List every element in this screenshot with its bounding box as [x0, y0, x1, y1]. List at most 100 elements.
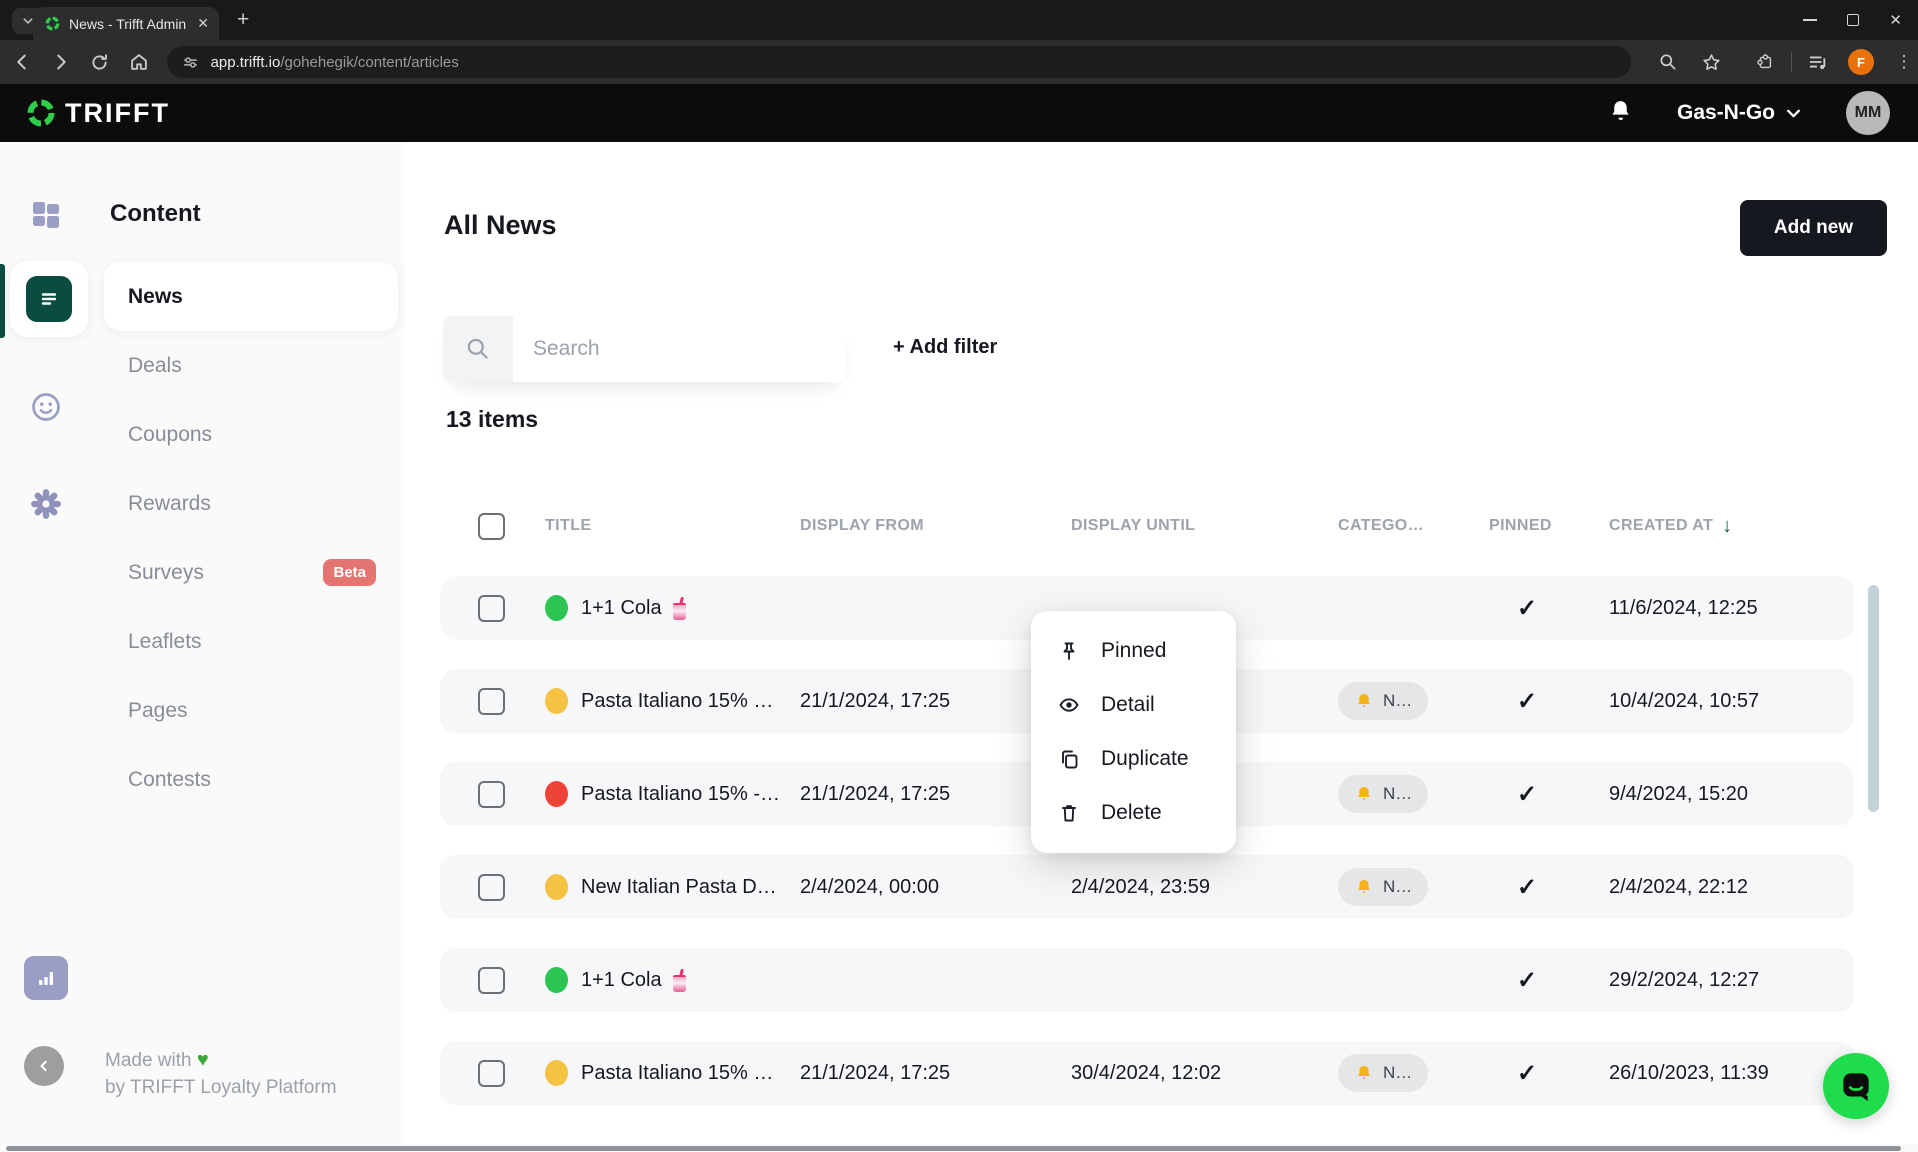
duplicate-icon: [1057, 747, 1081, 771]
vertical-scrollbar-thumb[interactable]: [1868, 585, 1879, 812]
reload-button[interactable]: [86, 48, 114, 76]
rail-dashboard-button[interactable]: [30, 199, 62, 231]
forward-arrow-icon: [50, 51, 72, 73]
column-header[interactable]: CREATED AT ↓: [1609, 515, 1830, 538]
star-icon: [1701, 52, 1722, 73]
window-close-icon[interactable]: ✕: [1889, 11, 1902, 29]
row-title: 1+1 Cola: [581, 597, 662, 620]
org-switcher[interactable]: Gas-N-Go: [1677, 101, 1802, 125]
news-document-icon: [37, 287, 61, 311]
context-menu-item-detail[interactable]: Detail: [1031, 678, 1236, 732]
row-title: 1+1 Cola: [581, 969, 662, 992]
add-new-button[interactable]: Add new: [1740, 200, 1887, 256]
browser-toolbar: app.trifft.io/gohehegik/content/articles…: [0, 40, 1918, 84]
chat-widget-button[interactable]: [1823, 1053, 1889, 1119]
window-minimize-icon[interactable]: [1803, 19, 1817, 21]
chevron-down-icon: [1785, 105, 1802, 122]
sidebar-collapse-button[interactable]: [24, 1046, 64, 1086]
context-menu-item-pinned[interactable]: Pinned: [1031, 624, 1236, 678]
row-checkbox[interactable]: [478, 781, 505, 808]
site-controls-icon[interactable]: [181, 53, 200, 72]
new-tab-button[interactable]: +: [237, 8, 249, 32]
playlist-music-icon: [1807, 51, 1829, 73]
active-section-indicator: [0, 264, 5, 338]
sidebar-item[interactable]: Surveys Beta: [104, 538, 398, 607]
rail-settings-button[interactable]: [29, 487, 63, 521]
column-header-label: DISPLAY FROM: [800, 517, 924, 535]
table-row[interactable]: New Italian Pasta D… 2/4/2024, 00:00 2/4…: [440, 855, 1854, 919]
table-row[interactable]: Pasta Italiano 15% … 21/1/2024, 17:25 30…: [440, 1041, 1854, 1105]
user-avatar[interactable]: MM: [1846, 91, 1890, 135]
sidebar-item[interactable]: News: [104, 262, 398, 331]
horizontal-scrollbar-track: [0, 1144, 1918, 1152]
bell-icon: [1608, 98, 1633, 123]
browser-menu-button[interactable]: ⋮: [1890, 48, 1918, 76]
smiley-icon: [29, 390, 63, 424]
sidebar-item[interactable]: Contests: [104, 745, 398, 814]
sidebar-item[interactable]: Rewards: [104, 469, 398, 538]
tab-title: News - Trifft Admin: [69, 16, 188, 32]
notifications-button[interactable]: [1608, 98, 1633, 128]
sidebar-item-label: Contests: [128, 768, 211, 792]
zoom-button[interactable]: [1654, 48, 1682, 76]
search-icon: [465, 336, 491, 362]
back-button[interactable]: [8, 48, 36, 76]
magnifier-icon: [1658, 52, 1678, 72]
pin-icon: [1057, 639, 1081, 663]
pinned-check-icon: ✓: [1517, 595, 1537, 622]
sort-desc-icon[interactable]: ↓: [1722, 515, 1732, 538]
row-title: Pasta Italiano 15% …: [581, 690, 773, 713]
status-dot: [545, 874, 568, 900]
select-all-checkbox[interactable]: [478, 513, 505, 540]
trifft-logo[interactable]: TRIFFT: [26, 98, 170, 129]
app-header: TRIFFT Gas-N-Go MM: [0, 84, 1918, 142]
rail-engagement-button[interactable]: [29, 390, 63, 424]
category-label: N…: [1383, 1063, 1412, 1083]
table-row[interactable]: 1+1 Cola ✓ 29/2/2024, 12:27: [440, 948, 1854, 1012]
sidebar-item[interactable]: Leaflets: [104, 607, 398, 676]
media-queue-button[interactable]: [1804, 48, 1832, 76]
add-filter-button[interactable]: + Add filter: [893, 336, 997, 359]
column-header[interactable]: DISPLAY FROM ↓: [800, 517, 1071, 535]
status-dot: [545, 967, 568, 993]
column-header[interactable]: CATEGO… ↓: [1338, 517, 1489, 535]
column-header[interactable]: DISPLAY UNTIL ↓: [1071, 517, 1338, 535]
sidebar-item[interactable]: Deals: [104, 331, 398, 400]
kebab-menu-icon: ⋮: [1896, 52, 1913, 72]
sidebar: Content News Deals Coupons Rewards Surve…: [0, 142, 404, 1152]
browser-tab[interactable]: News - Trifft Admin ✕: [33, 7, 219, 40]
bell-emoji-icon: [1354, 784, 1374, 804]
forward-button[interactable]: [47, 48, 75, 76]
sidebar-item[interactable]: Pages: [104, 676, 398, 745]
status-dot: [545, 1060, 568, 1086]
address-bar[interactable]: app.trifft.io/gohehegik/content/articles: [167, 46, 1631, 78]
pinned-check-icon: ✓: [1517, 874, 1537, 901]
column-header[interactable]: PINNED ↓: [1489, 517, 1609, 535]
pinned-check-icon: ✓: [1517, 1060, 1537, 1087]
rail-analytics-button[interactable]: [24, 956, 68, 1000]
context-menu-label: Pinned: [1101, 639, 1166, 663]
horizontal-scrollbar-thumb[interactable]: [6, 1146, 1901, 1151]
home-button[interactable]: [125, 48, 153, 76]
created-at: 9/4/2024, 15:20: [1609, 783, 1830, 806]
rail-content-button[interactable]: [10, 261, 88, 337]
bookmark-button[interactable]: [1697, 48, 1725, 76]
row-checkbox[interactable]: [478, 967, 505, 994]
tab-close-icon[interactable]: ✕: [197, 15, 209, 32]
row-checkbox[interactable]: [478, 595, 505, 622]
browser-profile-button[interactable]: F: [1847, 48, 1875, 76]
sidebar-item[interactable]: Coupons: [104, 400, 398, 469]
context-menu-item-delete[interactable]: Delete: [1031, 786, 1236, 840]
search-input[interactable]: [513, 316, 846, 382]
row-checkbox[interactable]: [478, 874, 505, 901]
items-count: 13 items: [446, 406, 538, 433]
window-maximize-icon[interactable]: [1847, 14, 1859, 26]
row-checkbox[interactable]: [478, 1060, 505, 1087]
screen: News - Trifft Admin ✕ + ✕ app.trifft.io/…: [0, 0, 1918, 1152]
display-until: 2/4/2024, 23:59: [1071, 876, 1338, 899]
extensions-button[interactable]: [1751, 48, 1779, 76]
column-header[interactable]: TITLE ↓: [545, 517, 800, 535]
row-checkbox[interactable]: [478, 688, 505, 715]
context-menu-item-duplicate[interactable]: Duplicate: [1031, 732, 1236, 786]
pinned-check-icon: ✓: [1517, 688, 1537, 715]
